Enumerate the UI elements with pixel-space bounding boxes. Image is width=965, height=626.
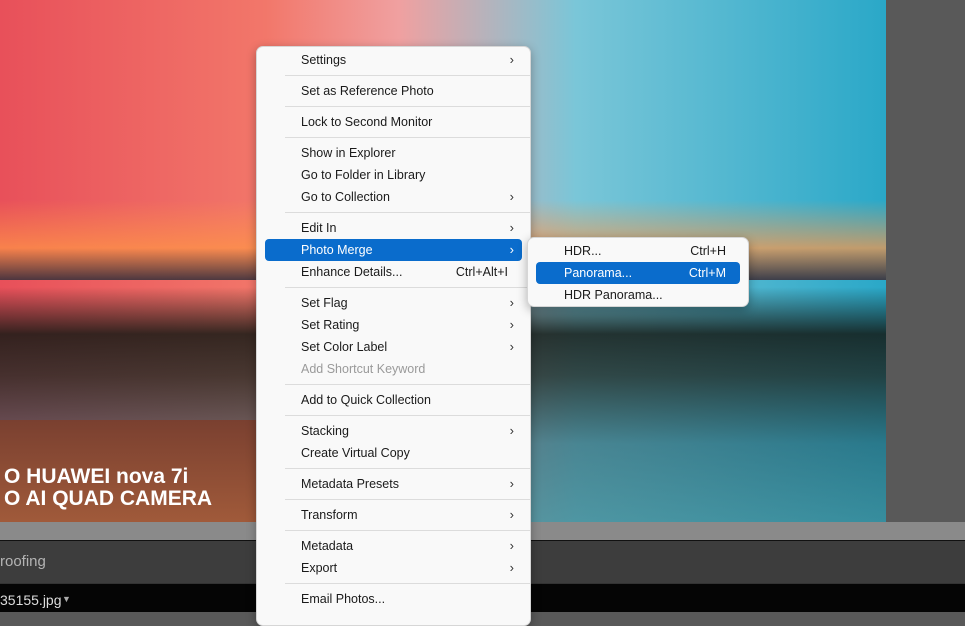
chevron-right-icon: › [509, 339, 514, 354]
menu-item-create-virtual-copy[interactable]: Create Virtual Copy [265, 442, 522, 464]
menu-item-label: Panorama... [564, 266, 633, 280]
chevron-right-icon: › [509, 220, 514, 235]
menu-item-label: Go to Collection [301, 190, 390, 204]
menu-item-hdr[interactable]: HDR... Ctrl+H [536, 240, 740, 262]
menu-item-email-photos[interactable]: Email Photos... [265, 588, 522, 610]
menu-item-label: Add Shortcut Keyword [301, 362, 426, 376]
menu-separator [257, 411, 530, 420]
menu-separator [257, 495, 530, 504]
menu-separator [257, 526, 530, 535]
chevron-right-icon: › [509, 242, 514, 257]
menu-item-label: HDR... [564, 244, 602, 258]
menu-item-label: HDR Panorama... [564, 288, 663, 302]
watermark-line-1: O HUAWEI nova 7i [4, 465, 189, 488]
menu-item-label: Email Photos... [301, 592, 386, 606]
chevron-right-icon: › [509, 560, 514, 575]
menu-item-label: Enhance Details... [301, 265, 403, 279]
menu-item-go-to-collection[interactable]: Go to Collection › [265, 186, 522, 208]
menu-separator [257, 71, 530, 80]
shortcut-label: Ctrl+M [688, 266, 726, 280]
menu-item-set-as-reference-photo[interactable]: Set as Reference Photo [265, 80, 522, 102]
menu-item-set-color-label[interactable]: Set Color Label › [265, 336, 522, 358]
menu-item-go-to-folder-in-library[interactable]: Go to Folder in Library [265, 164, 522, 186]
menu-item-export[interactable]: Export › [265, 557, 522, 579]
menu-item-metadata-presets[interactable]: Metadata Presets › [265, 473, 522, 495]
menu-item-label: Stacking [301, 424, 349, 438]
chevron-right-icon: › [509, 538, 514, 553]
menu-item-label: Create Virtual Copy [301, 446, 410, 460]
menu-item-label: Transform [301, 508, 358, 522]
menu-item-edit-in[interactable]: Edit In › [265, 217, 522, 239]
menu-item-transform[interactable]: Transform › [265, 504, 522, 526]
camera-watermark: O HUAWEI nova 7i O AI QUAD CAMERA [4, 466, 212, 510]
chevron-right-icon: › [509, 476, 514, 491]
menu-item-photo-merge[interactable]: Photo Merge › [265, 239, 522, 261]
menu-item-stacking[interactable]: Stacking › [265, 420, 522, 442]
filename-label[interactable]: 35155.jpg [0, 592, 62, 608]
chevron-right-icon: › [509, 295, 514, 310]
menu-item-label: Set Flag [301, 296, 348, 310]
soft-proofing-label[interactable]: roofing [0, 553, 46, 570]
photo-merge-submenu: HDR... Ctrl+H Panorama... Ctrl+M HDR Panoram… [527, 237, 749, 307]
chevron-right-icon: › [509, 52, 514, 67]
menu-separator [257, 283, 530, 292]
menu-item-label: Edit In [301, 221, 337, 235]
menu-item-set-flag[interactable]: Set Flag › [265, 292, 522, 314]
menu-separator [257, 579, 530, 588]
menu-item-lock-to-second-monitor[interactable]: Lock to Second Monitor [265, 111, 522, 133]
menu-item-add-shortcut-keyword: Add Shortcut Keyword [265, 358, 522, 380]
shortcut-label: Ctrl+Alt+I [455, 265, 508, 279]
menu-item-label: Set Rating [301, 318, 360, 332]
menu-item-enhance-details[interactable]: Enhance Details... Ctrl+Alt+I [265, 261, 522, 283]
menu-item-label: Go to Folder in Library [301, 168, 426, 182]
chevron-right-icon: › [509, 423, 514, 438]
menu-item-add-to-quick-collection[interactable]: Add to Quick Collection [265, 389, 522, 411]
menu-item-panorama[interactable]: Panorama... Ctrl+M [536, 262, 740, 284]
menu-item-set-rating[interactable]: Set Rating › [265, 314, 522, 336]
menu-item-hdr-panorama[interactable]: HDR Panorama... [536, 284, 740, 306]
menu-separator [257, 464, 530, 473]
menu-item-label: Set as Reference Photo [301, 84, 434, 98]
menu-item-label: Add to Quick Collection [301, 393, 431, 407]
menu-item-label: Show in Explorer [301, 146, 396, 160]
dropdown-caret-icon[interactable]: ▼ [62, 594, 71, 604]
menu-item-label: Set Color Label [301, 340, 388, 354]
chevron-right-icon: › [509, 317, 514, 332]
menu-item-label: Metadata [301, 539, 354, 553]
menu-item-metadata[interactable]: Metadata › [265, 535, 522, 557]
menu-item-settings[interactable]: Settings › [265, 49, 522, 71]
menu-item-label: Metadata Presets [301, 477, 399, 491]
menu-separator [257, 380, 530, 389]
menu-separator [257, 208, 530, 217]
menu-item-label: Settings [301, 53, 347, 67]
menu-item-label: Lock to Second Monitor [301, 115, 433, 129]
shortcut-label: Ctrl+H [690, 244, 726, 258]
menu-separator [257, 102, 530, 111]
menu-item-show-in-explorer[interactable]: Show in Explorer [265, 142, 522, 164]
menu-separator [257, 133, 530, 142]
menu-item-label: Photo Merge [301, 243, 373, 257]
context-menu: Settings › Set as Reference Photo Lock to S… [256, 46, 531, 626]
menu-item-label: Export [301, 561, 338, 575]
chevron-right-icon: › [509, 189, 514, 204]
chevron-right-icon: › [509, 507, 514, 522]
watermark-line-2: O AI QUAD CAMERA [4, 487, 213, 510]
